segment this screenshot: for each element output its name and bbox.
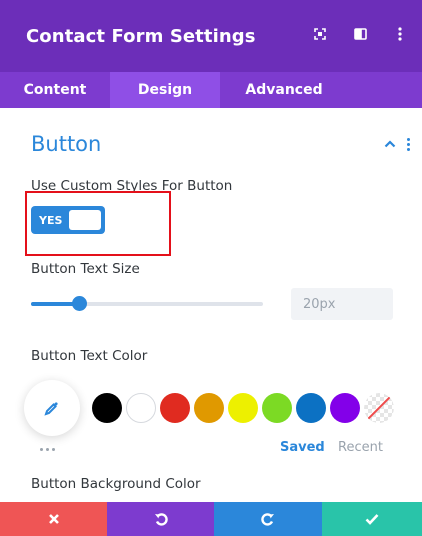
toggle-knob[interactable] [69,210,101,230]
saved-colors-tab[interactable]: Saved [280,440,325,455]
section-title[interactable]: Button [31,132,101,156]
more-options-icon[interactable] [407,137,410,151]
header-actions [312,25,408,43]
more-options-icon[interactable] [392,25,408,43]
text-size-input[interactable]: 20px [291,288,393,320]
undo-button[interactable] [107,502,214,536]
save-button[interactable] [322,502,422,536]
tab-advanced[interactable]: Advanced [220,72,348,108]
fullscreen-icon[interactable] [312,25,328,43]
modal-title: Contact Form Settings [26,25,256,47]
more-colors-icon[interactable] [40,448,55,451]
redo-icon [261,513,274,526]
cancel-button[interactable] [0,502,107,536]
tab-design[interactable]: Design [110,72,220,108]
text-size-slider-track[interactable] [31,302,263,306]
background-color-label: Button Background Color [31,476,201,492]
color-picker-button[interactable] [24,380,80,436]
check-icon [365,514,379,525]
color-swatch[interactable] [228,393,258,423]
modal-header: Contact Form Settings [0,0,422,72]
color-swatch[interactable] [330,393,360,423]
split-view-icon[interactable] [352,25,368,43]
tab-content[interactable]: Content [0,72,110,108]
chevron-up-icon[interactable] [383,137,397,151]
undo-icon [154,513,168,526]
redo-button[interactable] [214,502,322,536]
color-swatch[interactable] [92,393,122,423]
recent-colors-tab[interactable]: Recent [338,440,383,455]
tab-bar: Content Design Advanced [0,72,422,108]
action-bar [0,502,422,536]
eyedropper-icon [44,402,58,416]
custom-styles-toggle[interactable]: YES [31,206,105,234]
color-swatch[interactable] [126,393,156,423]
no-color-swatch[interactable] [364,393,394,423]
text-size-slider-thumb[interactable] [72,296,88,311]
toggle-state-label: YES [39,213,63,227]
close-icon [48,514,59,524]
color-swatch[interactable] [160,393,190,423]
color-swatch[interactable] [296,393,326,423]
color-swatches [92,393,394,423]
text-color-label: Button Text Color [31,348,148,364]
section-actions [383,137,410,151]
color-swatch[interactable] [194,393,224,423]
color-swatch[interactable] [262,393,292,423]
text-size-label: Button Text Size [31,261,140,277]
